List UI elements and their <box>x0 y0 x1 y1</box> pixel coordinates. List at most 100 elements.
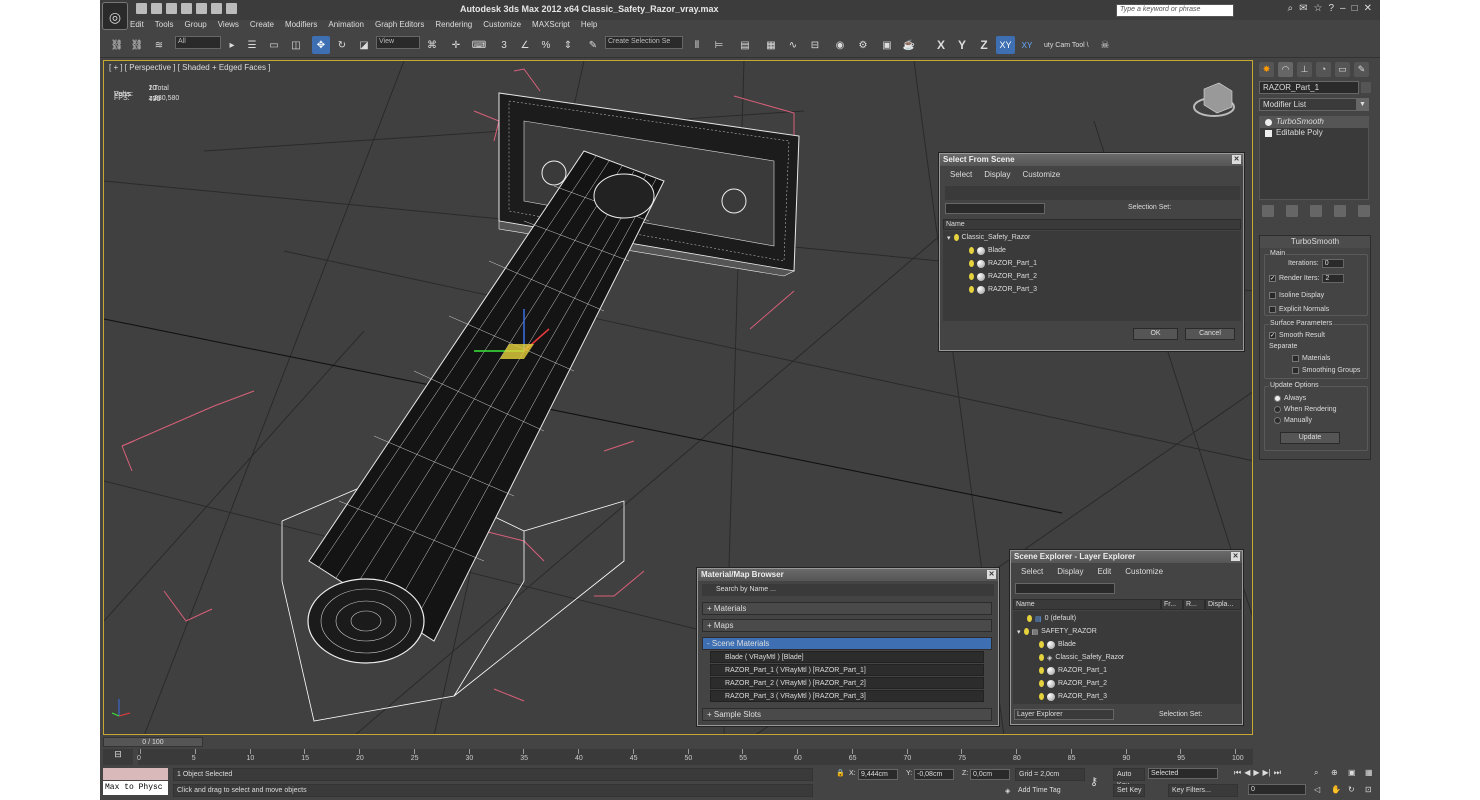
object-color-swatch[interactable] <box>1361 82 1371 93</box>
column-render[interactable]: R... <box>1183 599 1205 610</box>
zoom-icon[interactable]: ⌕ <box>1314 768 1328 782</box>
time-slider[interactable]: 0 / 100 <box>103 737 203 747</box>
layer-manager-icon[interactable]: ▤ <box>736 36 754 54</box>
render-production-icon[interactable]: ☕ <box>900 36 918 54</box>
snaps-toggle-icon[interactable]: 3 <box>495 36 513 54</box>
menu-maxscript[interactable]: MAXScript <box>532 20 570 33</box>
maps-section[interactable]: + Maps <box>702 619 992 632</box>
select-and-scale-icon[interactable]: ◪ <box>355 36 373 54</box>
search-icon[interactable]: ⌕ <box>1287 3 1293 14</box>
object-row[interactable]: Blade <box>1039 638 1076 651</box>
named-selection-dropdown[interactable]: Create Selection Se <box>605 36 683 49</box>
utilities-tab-icon[interactable]: ✎ <box>1354 62 1369 77</box>
tree-item[interactable]: RAZOR_Part_2 <box>969 270 1037 283</box>
material-editor-icon[interactable]: ◉ <box>831 36 849 54</box>
favorites-icon[interactable]: ☆ <box>1313 3 1322 14</box>
object-row[interactable]: RAZOR_Part_3 <box>1039 690 1107 703</box>
tree-root[interactable]: ▾ Classic_Safety_Razor <box>947 231 1030 244</box>
manipulate-icon[interactable]: ✛ <box>447 36 465 54</box>
menu-views[interactable]: Views <box>218 20 239 33</box>
menu-rendering[interactable]: Rendering <box>435 20 472 33</box>
link-icon[interactable]: ⛓ <box>108 36 126 54</box>
search-by-name-input[interactable]: Search by Name ... <box>702 584 994 596</box>
rectangular-selection-icon[interactable]: ▭ <box>265 36 283 54</box>
menu-customize[interactable]: Customize <box>1125 567 1163 576</box>
smooth-result-checkbox[interactable]: ✓ <box>1269 332 1276 339</box>
y-coordinate-input[interactable]: -0,08cm <box>914 769 954 780</box>
play-icon[interactable]: ▶ <box>1253 768 1259 780</box>
menu-create[interactable]: Create <box>250 20 274 33</box>
unlink-icon[interactable]: ⛓ <box>128 36 146 54</box>
maximize-viewport-icon[interactable]: ⊡ <box>1365 785 1379 798</box>
field-of-view-icon[interactable]: ◁ <box>1314 785 1328 798</box>
explicit-normals-checkbox[interactable] <box>1269 306 1276 313</box>
stack-item-turbosmooth[interactable]: TurboSmooth <box>1260 117 1368 128</box>
iterations-spinner[interactable]: 0 <box>1321 259 1344 268</box>
cancel-button[interactable]: Cancel <box>1185 328 1235 340</box>
explorer-dropdown[interactable]: Layer Explorer <box>1014 709 1114 720</box>
restrict-y-button[interactable]: Y <box>953 36 971 54</box>
sample-slots-section[interactable]: + Sample Slots <box>702 708 992 721</box>
key-icon[interactable]: ⚷ <box>1090 775 1098 788</box>
menu-edit[interactable]: Edit <box>130 20 144 33</box>
pivot-center-icon[interactable]: ⌘ <box>423 36 441 54</box>
restrict-plane-button[interactable]: XY <box>1018 36 1036 54</box>
close-icon[interactable]: ✕ <box>987 570 996 579</box>
previous-frame-icon[interactable]: ◀ <box>1244 768 1250 780</box>
keyboard-shortcut-icon[interactable]: ⌨ <box>470 36 488 54</box>
menu-modifiers[interactable]: Modifiers <box>285 20 317 33</box>
menu-customize[interactable]: Customize <box>483 20 521 33</box>
pan-icon[interactable]: ✋ <box>1331 785 1345 798</box>
motion-tab-icon[interactable]: ◔ <box>1316 62 1331 77</box>
skull-icon[interactable]: ☠ <box>1096 36 1114 54</box>
material-item[interactable]: Blade ( VRayMtl ) [Blade] <box>710 651 984 663</box>
modifier-list-dropdown[interactable]: Modifier List <box>1259 98 1369 111</box>
stack-item-editable-poly[interactable]: Editable Poly <box>1260 128 1368 139</box>
select-object-icon[interactable]: ▸ <box>223 36 241 54</box>
layer-row[interactable]: ▾ ▤ SAFETY_RAZOR <box>1017 625 1097 638</box>
render-iters-spinner[interactable]: 2 <box>1322 274 1345 283</box>
rendered-frame-window-icon[interactable]: ▣ <box>878 36 896 54</box>
show-end-result-icon[interactable] <box>1286 205 1298 217</box>
zoom-extents-all-icon[interactable]: ▦ <box>1365 768 1379 782</box>
go-to-start-icon[interactable]: ⏮ <box>1234 768 1241 780</box>
material-item[interactable]: RAZOR_Part_3 ( VRayMtl ) [RAZOR_Part_3] <box>710 690 984 702</box>
minimize-button[interactable]: – <box>1340 3 1346 14</box>
spinner-snap-icon[interactable]: ⇕ <box>559 36 577 54</box>
align-icon[interactable]: ⊨ <box>710 36 728 54</box>
viewcube-icon[interactable] <box>1193 82 1235 117</box>
lock-icon[interactable]: 🔒 <box>836 769 845 777</box>
selection-filter-dropdown[interactable]: All <box>175 36 221 49</box>
pin-stack-icon[interactable] <box>1262 205 1274 217</box>
find-input[interactable] <box>1015 583 1115 594</box>
rollout-title[interactable]: TurboSmooth <box>1260 236 1370 248</box>
key-mode-dropdown[interactable]: Selected <box>1148 768 1218 779</box>
save-file-icon[interactable] <box>166 3 177 14</box>
column-name[interactable]: Name <box>1013 599 1161 610</box>
add-time-tag[interactable]: Add Time Tag <box>1018 787 1061 794</box>
close-icon[interactable]: ✕ <box>1232 155 1241 164</box>
help-icon[interactable]: ? <box>1328 3 1334 14</box>
smoothing-groups-checkbox[interactable] <box>1292 367 1299 374</box>
tree-item[interactable]: Blade <box>969 244 1006 257</box>
hierarchy-tab-icon[interactable]: ⊥ <box>1297 62 1312 77</box>
isoline-checkbox[interactable] <box>1269 292 1276 299</box>
modify-tab-icon[interactable]: ◠ <box>1278 62 1293 77</box>
project-folder-icon[interactable] <box>226 3 237 14</box>
menu-customize[interactable]: Customize <box>1022 170 1060 179</box>
menu-group[interactable]: Group <box>184 20 206 33</box>
materials-section[interactable]: + Materials <box>702 602 992 615</box>
maxscript-mini-listener[interactable]: Max to Physc <box>103 781 168 795</box>
curve-editor-toggle-icon[interactable]: ⊟ <box>103 749 133 765</box>
close-icon[interactable]: ✕ <box>1231 552 1240 561</box>
key-filters-button[interactable]: Key Filters... <box>1168 784 1238 797</box>
x-coordinate-input[interactable]: 9,444cm <box>858 769 898 780</box>
ok-button[interactable]: OK <box>1133 328 1178 340</box>
communication-center-icon[interactable]: ✉ <box>1299 3 1307 14</box>
layer-row[interactable]: ▤ 0 (default) <box>1027 612 1076 625</box>
hold-icon[interactable] <box>211 3 222 14</box>
material-item[interactable]: RAZOR_Part_1 ( VRayMtl ) [RAZOR_Part_1] <box>710 664 984 676</box>
render-iters-checkbox[interactable]: ✓ <box>1269 275 1276 282</box>
column-display[interactable]: Displa... <box>1205 599 1241 610</box>
bind-space-warp-icon[interactable]: ≋ <box>150 36 168 54</box>
